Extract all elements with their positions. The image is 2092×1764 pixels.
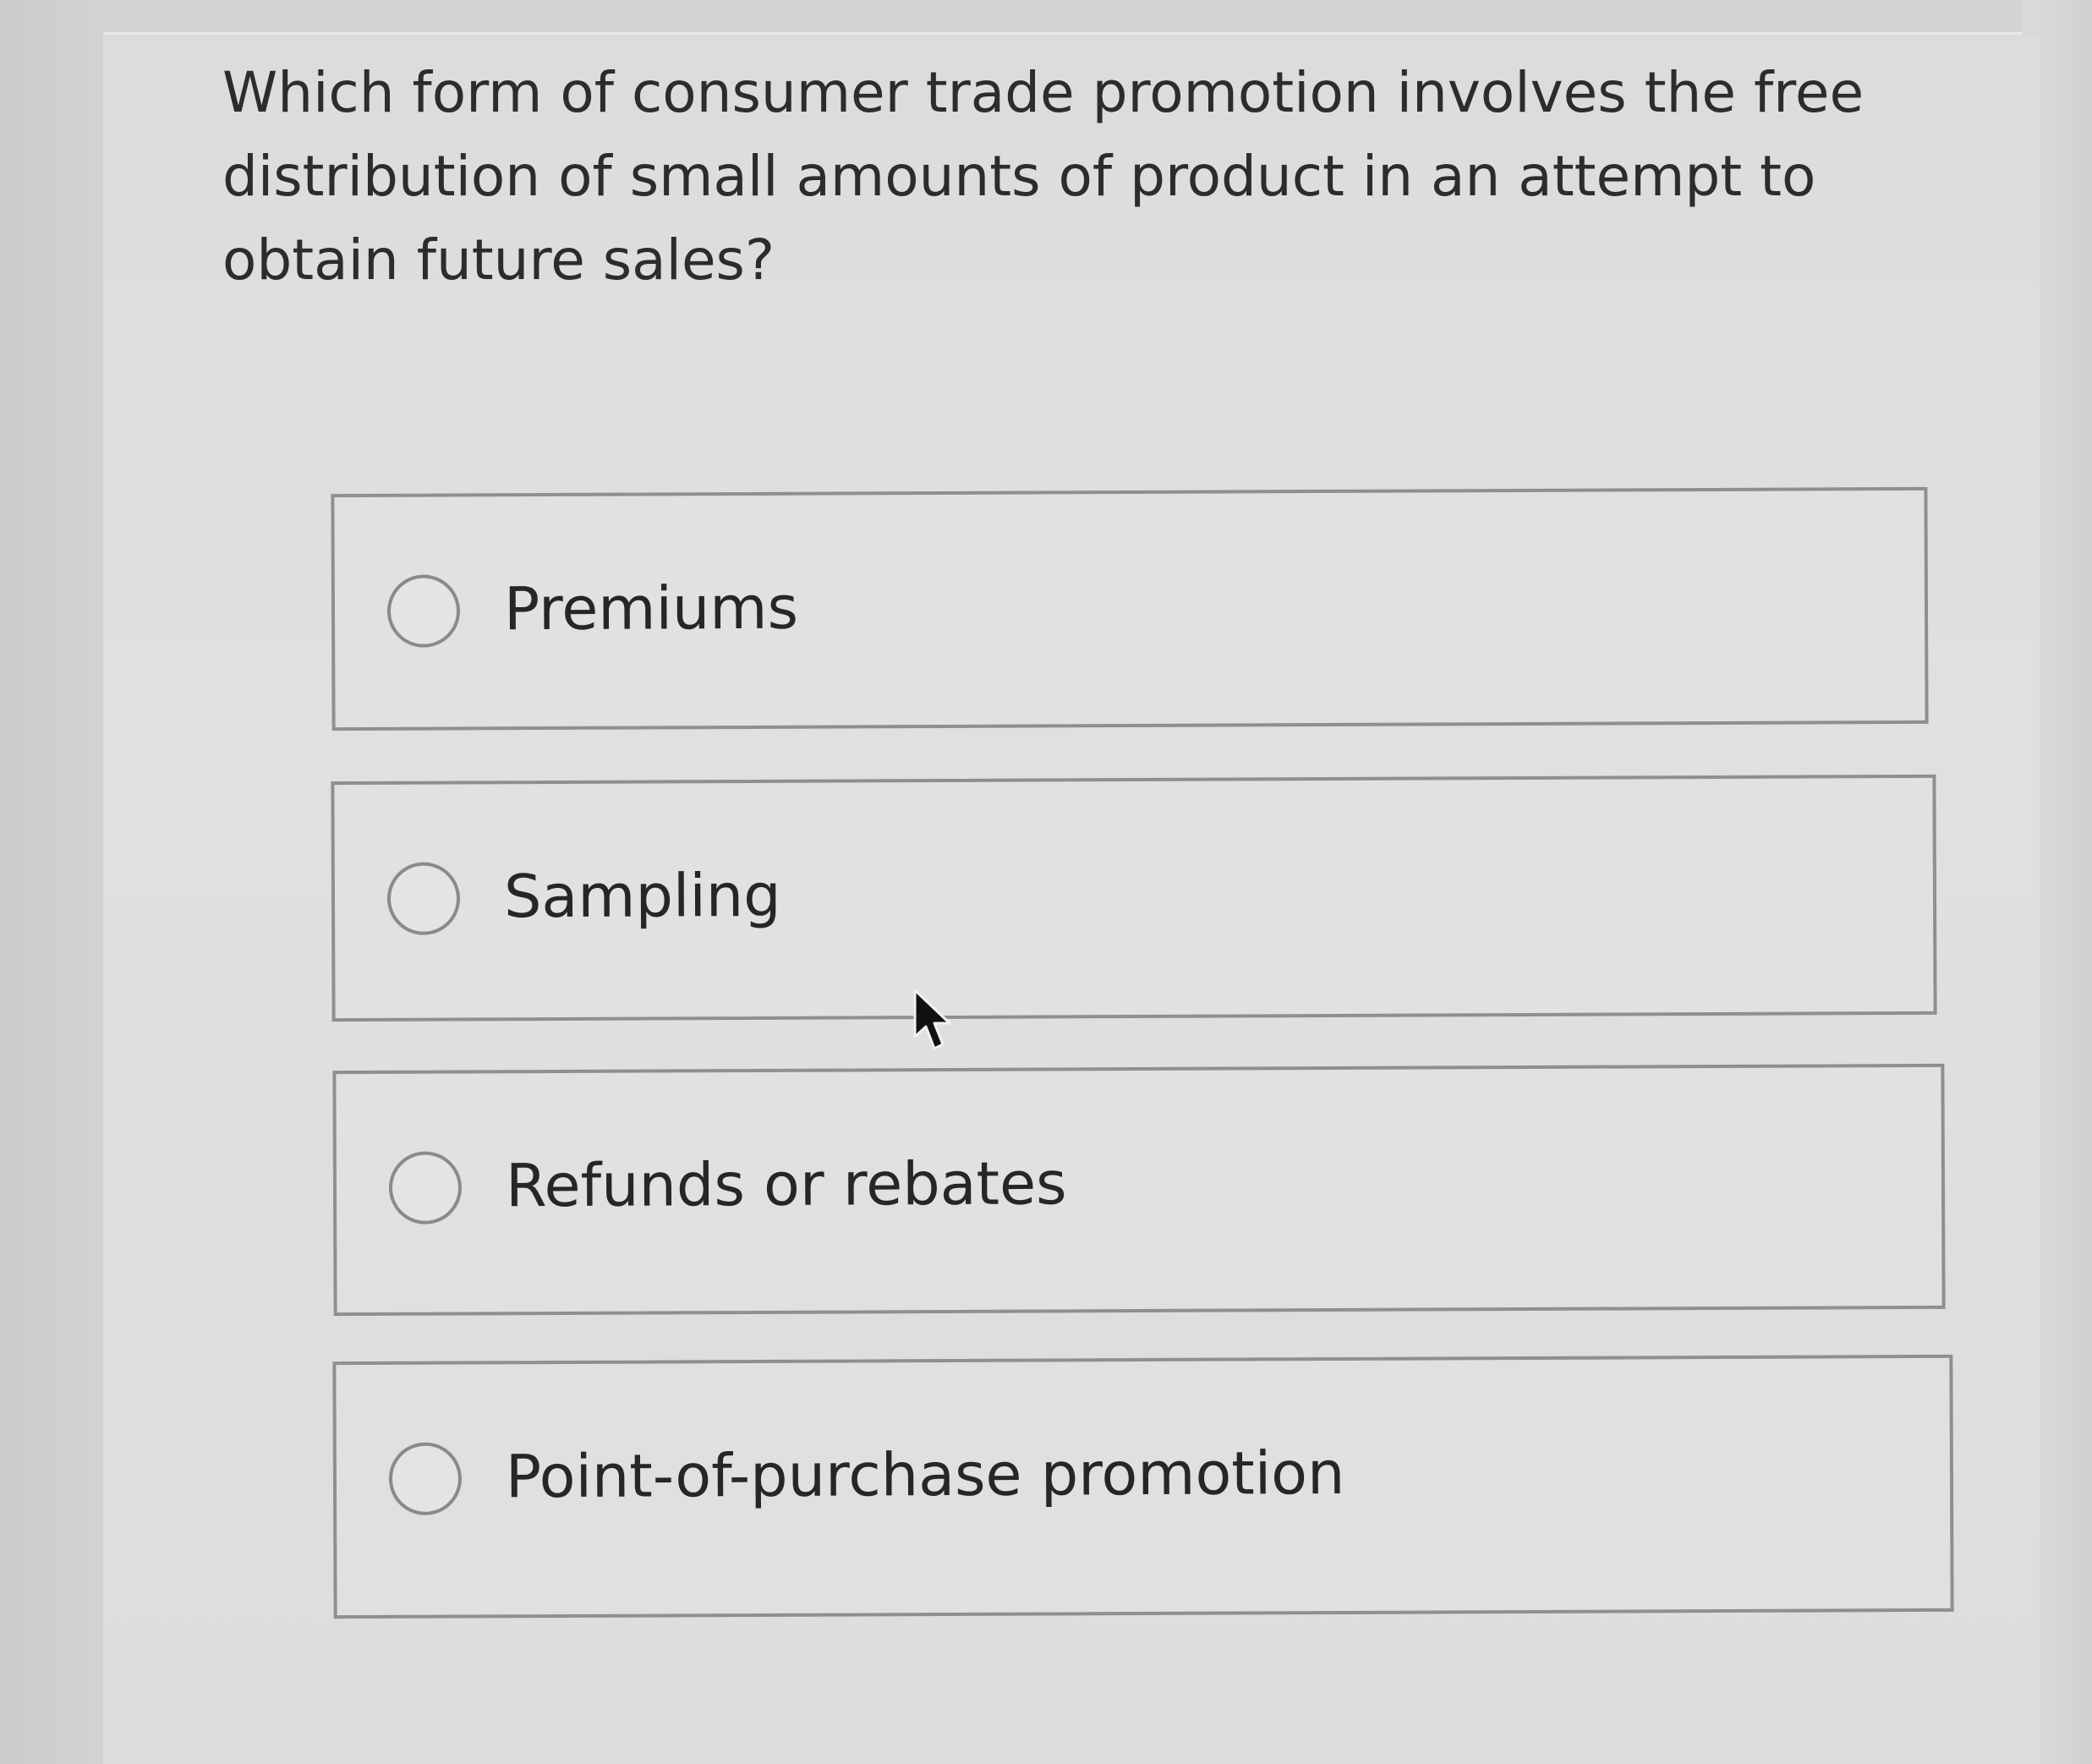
- answer-choice-refunds-or-rebates[interactable]: Refunds or rebates: [332, 1063, 1946, 1317]
- radio-button[interactable]: [388, 1151, 463, 1224]
- answer-choice-premiums[interactable]: Premiums: [331, 486, 1929, 731]
- answer-choice-label: Sampling: [503, 860, 781, 932]
- answer-choice-sampling[interactable]: Sampling: [331, 774, 1937, 1022]
- radio-button[interactable]: [388, 1442, 463, 1515]
- answer-choice-label: Premiums: [503, 572, 799, 644]
- answer-choice-label: Refunds or rebates: [505, 1148, 1067, 1221]
- question-text: Which form of consumer trade promotion i…: [222, 60, 1865, 293]
- radio-button[interactable]: [386, 574, 461, 648]
- answer-choice-label: Point-of-purchase promotion: [505, 1438, 1345, 1512]
- radio-button[interactable]: [386, 862, 461, 935]
- mouse-pointer-icon: [913, 989, 951, 1050]
- answer-choice-point-of-purchase-promotion[interactable]: Point-of-purchase promotion: [332, 1354, 1954, 1619]
- left-gutter: [0, 0, 103, 1764]
- top-strip: [103, 0, 2023, 35]
- screen: Which form of consumer trade promotion i…: [0, 0, 2092, 1764]
- right-gutter: [2041, 0, 2092, 1764]
